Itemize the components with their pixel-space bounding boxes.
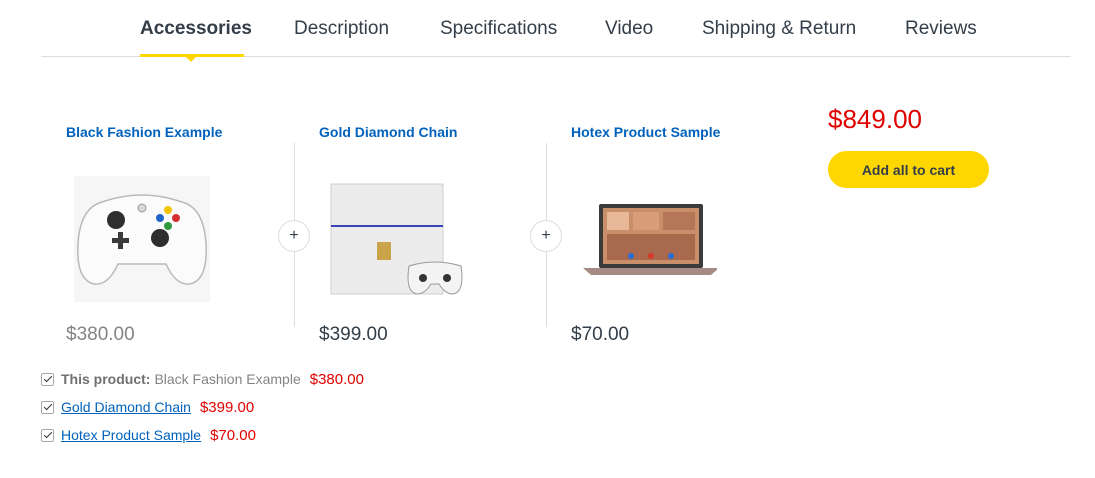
checklist-item: Gold Diamond Chain $399.00 [41,396,254,418]
product-card-2: Gold Diamond Chain $399.00 [319,110,544,350]
this-product-label: This product: [61,371,151,387]
tab-shipping-return[interactable]: Shipping & Return [702,18,856,40]
checklist-item-price: $380.00 [309,370,364,388]
product-tabs: Accessories Description Specifications V… [41,0,1071,57]
checkbox[interactable] [41,400,54,414]
product-card-3: Hotex Product Sample $70.00 [571,110,796,350]
checklist-item: This product: Black Fashion Example $380… [41,368,364,390]
product-price: $380.00 [66,324,135,345]
checklist-item: Hotex Product Sample $70.00 [41,424,256,446]
tab-specifications[interactable]: Specifications [440,18,557,40]
product-price: $399.00 [319,324,388,345]
checklist-item-link[interactable]: Gold Diamond Chain [61,399,191,415]
laptop-image[interactable] [577,174,717,304]
tab-description[interactable]: Description [294,18,389,40]
game-console-image[interactable] [325,174,465,304]
add-all-to-cart-button[interactable]: Add all to cart [828,151,989,188]
tab-reviews[interactable]: Reviews [905,18,977,40]
product-title[interactable]: Gold Diamond Chain [319,124,457,140]
total-price: $849.00 [828,104,922,134]
plus-icon: + [530,220,562,252]
checklist-item-link[interactable]: Hotex Product Sample [61,427,201,443]
xbox-controller-image[interactable] [72,174,212,304]
product-card-1: Black Fashion Example $380.00 [66,110,291,350]
product-title[interactable]: Hotex Product Sample [571,124,720,140]
product-title[interactable]: Black Fashion Example [66,124,222,140]
active-tab-caret [186,57,196,62]
checklist-item-price: $70.00 [210,426,256,444]
product-price: $70.00 [571,324,630,345]
tab-video[interactable]: Video [605,18,653,40]
checkbox[interactable] [41,428,54,442]
tab-accessories[interactable]: Accessories [140,18,252,40]
checkbox[interactable] [41,372,54,386]
plus-icon: + [278,220,310,252]
checklist-item-price: $399.00 [199,398,255,416]
checklist-item-name: Black Fashion Example [154,371,301,387]
